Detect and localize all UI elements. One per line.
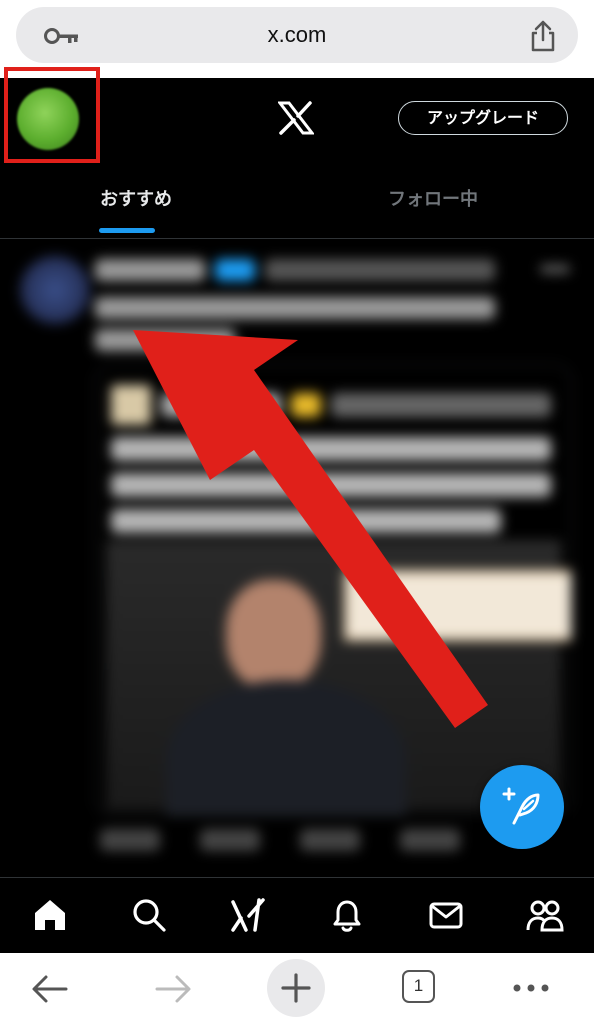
photo-person-head [226,580,321,690]
new-tab-plus-icon [281,973,311,1003]
tab-recommended[interactable]: おすすめ [100,185,172,211]
grok-icon[interactable] [229,896,267,934]
home-icon[interactable] [31,896,69,934]
quoted-badge-icon [291,393,321,417]
quoted-author-avatar [111,385,151,425]
post-author-avatar[interactable] [20,256,90,324]
quoted-author-name [161,393,281,417]
address-bar[interactable]: x.com [16,7,578,63]
back-arrow-icon[interactable] [30,973,70,1005]
tab-following[interactable]: フォロー中 [388,185,478,211]
verified-badge-icon [215,259,255,281]
post-text-line [95,329,235,351]
x-logo-icon[interactable] [278,101,314,135]
upgrade-button[interactable]: アップグレード [398,101,568,135]
more-dots-icon[interactable] [512,983,550,993]
post-author-name [95,259,205,281]
reply-action[interactable] [100,829,160,851]
post-handle-time [265,259,495,281]
browser-toolbar: 1 [0,953,594,1024]
quoted-handle-time [331,393,551,417]
quoted-text-line [111,509,501,533]
quoted-text-line [111,473,551,497]
new-tab-button[interactable] [267,959,325,1017]
messages-icon[interactable] [427,896,465,934]
communities-icon[interactable] [526,896,564,934]
post-more-icon[interactable] [540,265,570,273]
quoted-post-card[interactable] [95,364,572,816]
quoted-post-image[interactable] [106,540,571,815]
tab-count-icon[interactable]: 1 [402,970,435,1003]
views-action[interactable] [400,829,460,851]
active-tab-indicator [99,228,155,233]
notifications-icon[interactable] [328,896,366,934]
forward-arrow-icon[interactable] [153,973,193,1005]
repost-action[interactable] [200,829,260,851]
compose-post-button[interactable] [480,765,564,849]
photo-document-card [344,570,571,641]
bottom-navigation [0,877,594,954]
post-text-line [95,297,495,319]
photo-person-body [166,680,406,815]
quoted-text-line [111,437,551,461]
share-icon[interactable] [528,19,558,53]
like-action[interactable] [300,829,360,851]
annotation-highlight-box [4,67,100,163]
url-text[interactable]: x.com [16,7,578,63]
search-icon[interactable] [130,896,168,934]
compose-feather-icon [502,787,540,825]
